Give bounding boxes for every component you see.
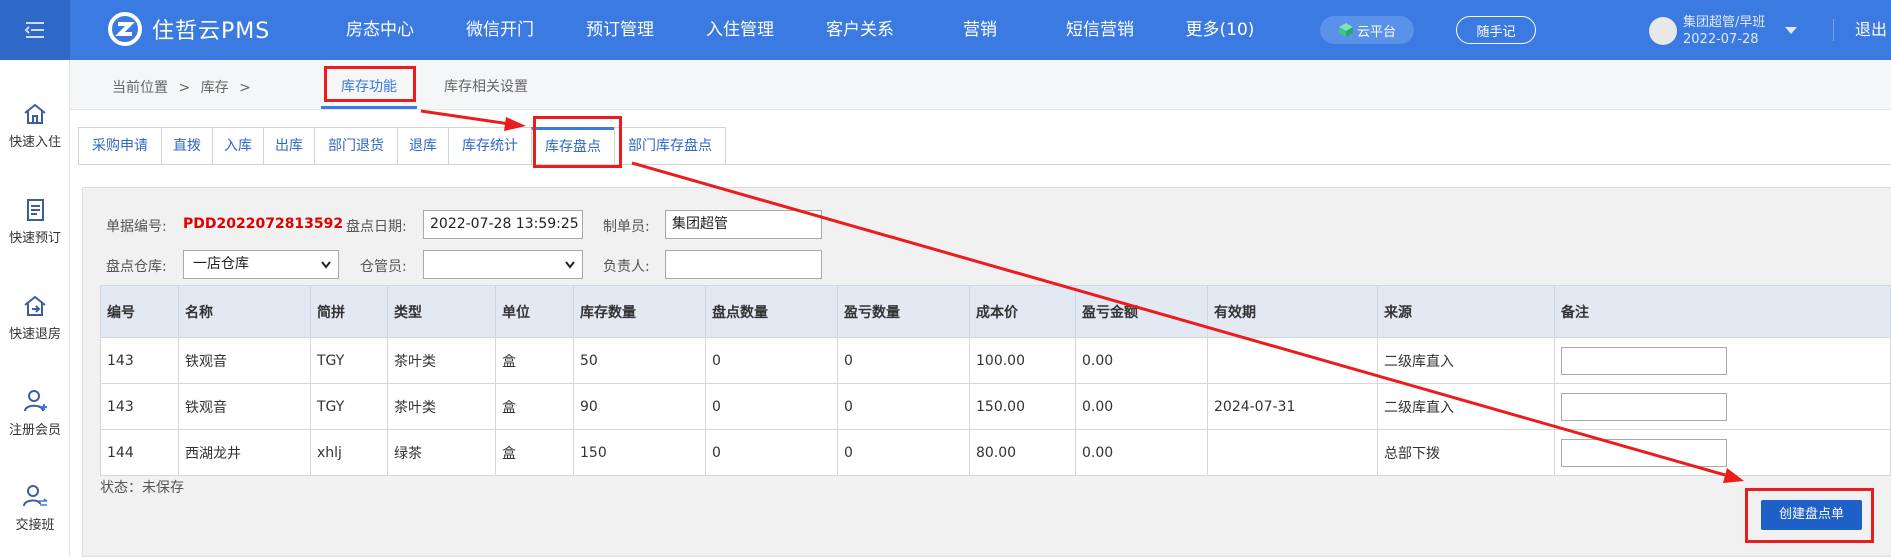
- arrow-head-to-button: [1723, 468, 1744, 483]
- arrow-line-to-button: [631, 161, 1726, 477]
- arrow-line-to-subtab: [420, 109, 511, 126]
- annotation-arrows: [420, 109, 1744, 483]
- arrow-head-to-subtab: [504, 117, 526, 131]
